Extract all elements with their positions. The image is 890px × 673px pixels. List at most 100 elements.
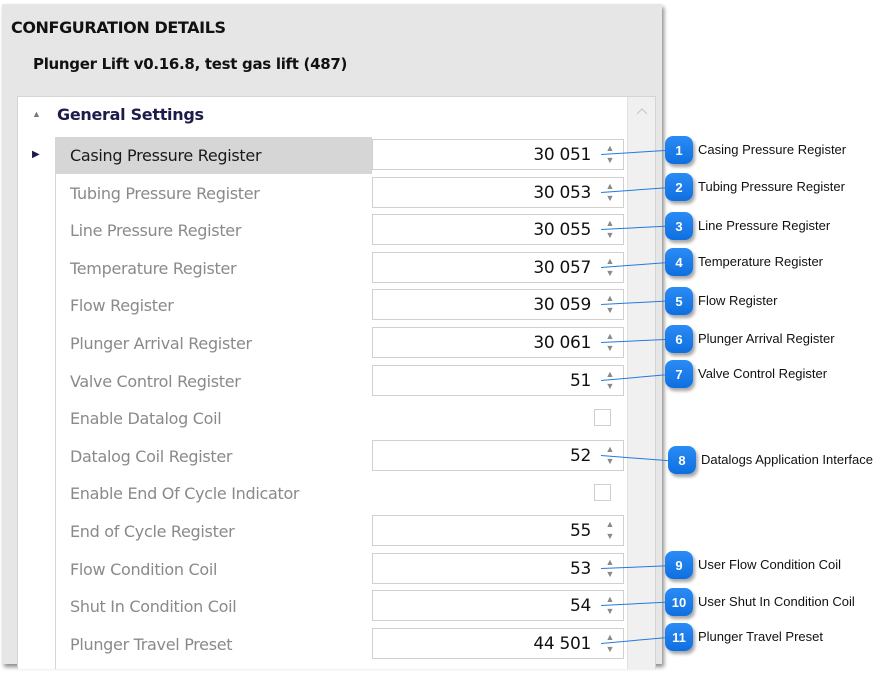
- property-label: Enable Datalog Coil: [70, 409, 222, 429]
- property-row[interactable]: Enable Datalog Coil: [56, 400, 628, 437]
- panel-title: CONFGURATION DETAILS: [11, 18, 226, 37]
- callout-description: Tubing Pressure Register: [698, 179, 845, 194]
- callout-number-badge: 2: [665, 173, 693, 201]
- spin-value[interactable]: 30 061: [533, 333, 591, 353]
- spin-value[interactable]: 53: [570, 559, 591, 579]
- callout-number-badge: 8: [668, 446, 696, 474]
- property-row[interactable]: Flow Register 30 059 ▲ ▼: [56, 287, 628, 324]
- property-row[interactable]: Enable End Of Cycle Indicator: [56, 475, 628, 512]
- callout-description: Valve Control Register: [698, 366, 828, 381]
- property-label: Casing Pressure Register: [70, 146, 262, 165]
- callout-description: Casing Pressure Register: [698, 142, 847, 157]
- spin-value[interactable]: 30 055: [533, 220, 591, 240]
- property-label: Plunger Arrival Register: [70, 334, 252, 353]
- increment-arrow-icon[interactable]: ▲: [605, 595, 615, 604]
- checkbox[interactable]: [594, 409, 611, 427]
- callout-description: Plunger Arrival Register: [698, 331, 835, 346]
- numeric-spin-input[interactable]: 53 ▲ ▼: [372, 552, 624, 584]
- increment-arrow-icon[interactable]: ▲: [605, 256, 615, 266]
- callout-number-badge: 10: [665, 588, 693, 616]
- decrement-arrow-icon[interactable]: ▼: [605, 569, 615, 579]
- numeric-spin-input[interactable]: 30 051 ▲ ▼: [372, 139, 624, 170]
- decrement-arrow-icon[interactable]: ▼: [605, 231, 615, 240]
- property-row[interactable]: ▶ Casing Pressure Register 30 051 ▲ ▼: [32, 137, 628, 174]
- property-row[interactable]: Plunger Arrival Register 30 061 ▲ ▼: [56, 325, 628, 362]
- increment-arrow-icon[interactable]: ▲: [605, 369, 615, 379]
- callout-number-badge: 9: [665, 551, 693, 579]
- group-header-general-settings[interactable]: ▲ General Settings: [18, 103, 618, 129]
- property-row[interactable]: Tubing Pressure Register 30 053 ▲ ▼: [56, 175, 628, 212]
- numeric-spin-input[interactable]: 30 053 ▲ ▼: [372, 176, 624, 208]
- numeric-spin-input[interactable]: 52 ▲ ▼: [372, 439, 624, 471]
- callout-number-badge: 1: [665, 136, 693, 164]
- spin-value[interactable]: 30 057: [533, 258, 591, 278]
- decrement-arrow-icon[interactable]: ▼: [605, 532, 615, 541]
- vertical-scrollbar[interactable]: [627, 97, 655, 669]
- decrement-arrow-icon[interactable]: ▼: [605, 344, 615, 353]
- callout-number-badge: 4: [665, 248, 693, 276]
- callout-description: User Shut In Condition Coil: [698, 594, 855, 609]
- property-label: Temperature Register: [70, 258, 237, 278]
- property-row[interactable]: Valve Control Register 51 ▲ ▼: [56, 363, 628, 400]
- collapse-triangle-icon[interactable]: ▲: [32, 109, 41, 119]
- checkbox[interactable]: [594, 484, 611, 502]
- numeric-spin-input[interactable]: 30 059 ▲ ▼: [372, 289, 624, 321]
- decrement-arrow-icon[interactable]: ▼: [605, 156, 615, 165]
- numeric-spin-input[interactable]: 54 ▲ ▼: [372, 590, 624, 622]
- increment-arrow-icon[interactable]: ▲: [605, 632, 615, 642]
- increment-arrow-icon[interactable]: ▲: [605, 557, 615, 567]
- property-row[interactable]: Shut In Condition Coil 54 ▲ ▼: [56, 588, 628, 625]
- property-label: Enable End Of Cycle Indicator: [70, 484, 300, 504]
- decrement-arrow-icon[interactable]: ▼: [605, 306, 615, 315]
- callout-number-badge: 7: [665, 360, 693, 388]
- decrement-arrow-icon[interactable]: ▼: [605, 268, 615, 278]
- property-row[interactable]: Plunger Travel Preset 44 501 ▲ ▼: [56, 626, 628, 663]
- increment-arrow-icon[interactable]: ▲: [605, 181, 615, 191]
- increment-arrow-icon[interactable]: ▲: [605, 332, 615, 341]
- spin-value[interactable]: 30 059: [533, 295, 591, 315]
- callout-description: Datalogs Application Interface: [701, 452, 873, 467]
- spin-value[interactable]: 30 051: [533, 145, 591, 165]
- property-label: Valve Control Register: [70, 371, 241, 391]
- spin-value[interactable]: 44 501: [533, 634, 591, 654]
- decrement-arrow-icon[interactable]: ▼: [605, 644, 615, 654]
- decrement-arrow-icon[interactable]: ▼: [605, 456, 615, 466]
- callout-number-badge: 6: [665, 325, 693, 353]
- spin-value[interactable]: 52: [570, 446, 591, 466]
- numeric-spin-input[interactable]: 51 ▲ ▼: [372, 364, 624, 396]
- numeric-spin-input[interactable]: 30 057 ▲ ▼: [372, 251, 624, 283]
- numeric-spin-input[interactable]: 44 501 ▲ ▼: [372, 627, 624, 659]
- numeric-spin-input[interactable]: 55 ▲ ▼: [372, 515, 624, 546]
- spin-value[interactable]: 55: [570, 521, 591, 541]
- numeric-spin-input[interactable]: 30 055 ▲ ▼: [372, 214, 624, 246]
- spin-value[interactable]: 51: [570, 371, 591, 391]
- callout-number-badge: 5: [665, 287, 693, 315]
- property-row[interactable]: Datalog Coil Register 52 ▲ ▼: [56, 438, 628, 475]
- increment-arrow-icon[interactable]: ▲: [605, 144, 615, 153]
- decrement-arrow-icon[interactable]: ▼: [605, 193, 615, 203]
- increment-arrow-icon[interactable]: ▲: [605, 219, 615, 228]
- spin-value[interactable]: 54: [570, 596, 591, 616]
- property-label: Flow Register: [70, 296, 174, 316]
- increment-arrow-icon[interactable]: ▲: [605, 520, 615, 529]
- spin-value[interactable]: 30 053: [533, 183, 591, 203]
- property-label: Flow Condition Coil: [70, 559, 218, 579]
- callout-description: User Flow Condition Coil: [698, 557, 842, 572]
- property-row[interactable]: End of Cycle Register 55 ▲ ▼: [56, 513, 628, 550]
- increment-arrow-icon[interactable]: ▲: [605, 294, 615, 303]
- numeric-spin-input[interactable]: 30 061 ▲ ▼: [372, 327, 624, 358]
- property-row[interactable]: Temperature Register 30 057 ▲ ▼: [56, 250, 628, 287]
- callout-number-badge: 3: [665, 212, 693, 240]
- configuration-details-panel: CONFGURATION DETAILS Plunger Lift v0.16.…: [2, 4, 662, 669]
- scroll-up-chevron-icon[interactable]: [628, 97, 655, 124]
- property-row[interactable]: Flow Condition Coil 53 ▲ ▼: [56, 551, 628, 588]
- property-label: Plunger Travel Preset: [70, 634, 233, 654]
- property-row[interactable]: Line Pressure Register 30 055 ▲ ▼: [56, 212, 628, 249]
- callout-description: Line Pressure Register: [698, 218, 831, 233]
- decrement-arrow-icon[interactable]: ▼: [605, 381, 615, 391]
- decrement-arrow-icon[interactable]: ▼: [605, 607, 615, 616]
- property-label: Datalog Coil Register: [70, 446, 233, 466]
- property-grid: ▲ General Settings ▶ Casing Pressure Regi…: [17, 96, 656, 669]
- callout-description: Temperature Register: [698, 254, 823, 269]
- increment-arrow-icon[interactable]: ▲: [605, 444, 615, 454]
